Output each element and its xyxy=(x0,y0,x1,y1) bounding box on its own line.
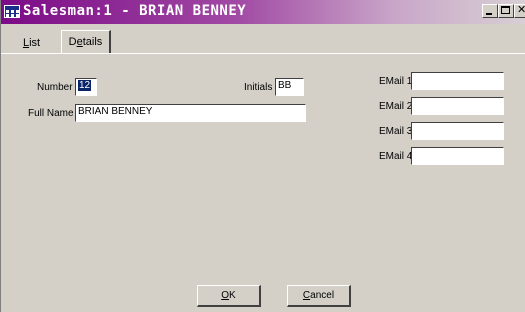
email2-field[interactable] xyxy=(411,97,504,115)
tab-list[interactable]: List xyxy=(9,35,54,53)
close-button[interactable]: ✕ xyxy=(514,3,525,18)
fullname-label: Full Name xyxy=(28,108,74,119)
window-title: Salesman:1 - BRIAN BENNEY xyxy=(23,3,247,19)
tab-details-label-end: tails xyxy=(82,36,103,48)
email1-label: EMail 1 xyxy=(379,76,413,87)
email2-label: EMail 2 xyxy=(379,101,413,112)
minimize-icon xyxy=(486,13,492,15)
close-icon: ✕ xyxy=(517,3,525,16)
number-value: 12 xyxy=(78,80,92,91)
tab-strip: List Details xyxy=(1,24,525,54)
salesman-window: Salesman:1 - BRIAN BENNEY ✕ List Details… xyxy=(0,0,525,312)
tab-details-label-start: D xyxy=(68,36,77,48)
email1-field[interactable] xyxy=(411,72,504,90)
tab-details[interactable]: Details xyxy=(61,30,111,54)
ok-button[interactable]: OK xyxy=(197,285,261,307)
title-bar[interactable]: Salesman:1 - BRIAN BENNEY ✕ xyxy=(1,0,525,24)
maximize-button[interactable] xyxy=(498,4,514,18)
cancel-label: ancel xyxy=(310,290,335,301)
email3-field[interactable] xyxy=(411,122,504,140)
email3-label: EMail 3 xyxy=(379,126,413,137)
initials-field[interactable]: BB xyxy=(275,78,304,96)
fullname-field[interactable]: BRIAN BENNEY xyxy=(75,104,306,122)
number-field[interactable]: 12 xyxy=(75,78,97,96)
number-label: Number xyxy=(37,82,73,93)
maximize-icon xyxy=(501,6,510,14)
ok-label: K xyxy=(229,290,236,301)
tab-list-label: ist xyxy=(29,37,41,49)
cancel-button[interactable]: Cancel xyxy=(287,285,351,307)
grid-app-icon[interactable] xyxy=(4,5,20,18)
tab-divider xyxy=(1,53,525,54)
initials-label: Initials xyxy=(244,82,273,93)
minimize-button[interactable] xyxy=(482,4,498,18)
ok-accel: O xyxy=(221,290,230,301)
email4-label: EMail 4 xyxy=(379,151,413,162)
email4-field[interactable] xyxy=(411,147,504,165)
